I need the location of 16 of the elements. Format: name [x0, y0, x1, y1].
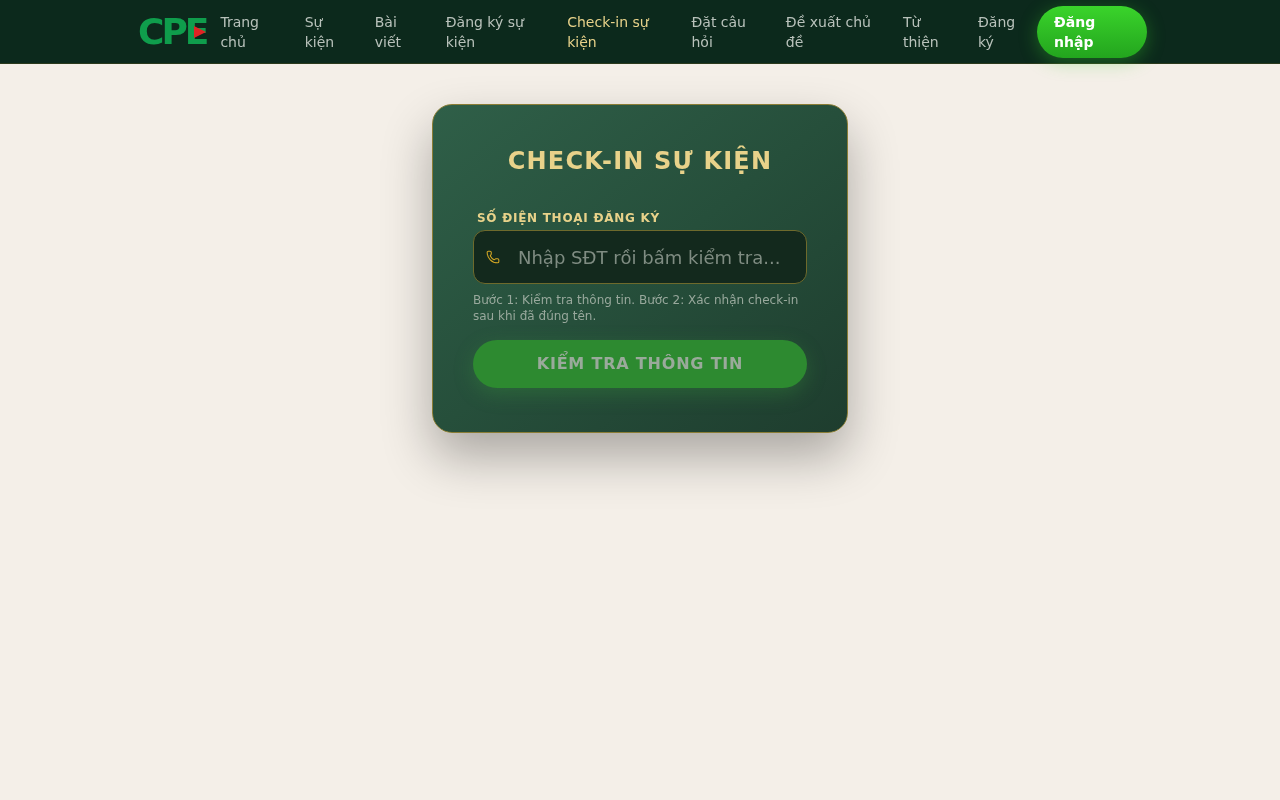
- nav-link[interactable]: Đề xuất chủ đề: [785, 11, 877, 52]
- nav-link[interactable]: Đăng ký sự kiện: [445, 11, 542, 52]
- hint-text: Bước 1: Kiểm tra thông tin. Bước 2: Xác nhận check-in sau khi đã đúng tên.: [473, 292, 800, 324]
- field-label: SỐ ĐIỆN THOẠI ĐĂNG KÝ: [477, 210, 807, 226]
- logo-text[interactable]: CPE: [138, 13, 207, 50]
- nav-link[interactable]: Đăng ký: [978, 11, 1027, 52]
- triangle-icon: [194, 25, 207, 38]
- phone-icon: [486, 250, 500, 264]
- nav-link[interactable]: Đặt câu hỏi: [691, 11, 760, 52]
- phone-input-field[interactable]: Nhập SĐT rồi bấm kiểm tra...: [473, 230, 807, 284]
- nav-link[interactable]: Sự kiện: [304, 11, 349, 52]
- nav-link[interactable]: Check-in sự kiện: [567, 11, 666, 52]
- nav-link[interactable]: Từ thiện: [902, 11, 952, 52]
- nav-link[interactable]: Trang chủ: [220, 11, 279, 52]
- card-title: CHECK-IN SỰ KIỆN: [506, 145, 774, 177]
- nav-link[interactable]: Bài viết: [374, 11, 420, 52]
